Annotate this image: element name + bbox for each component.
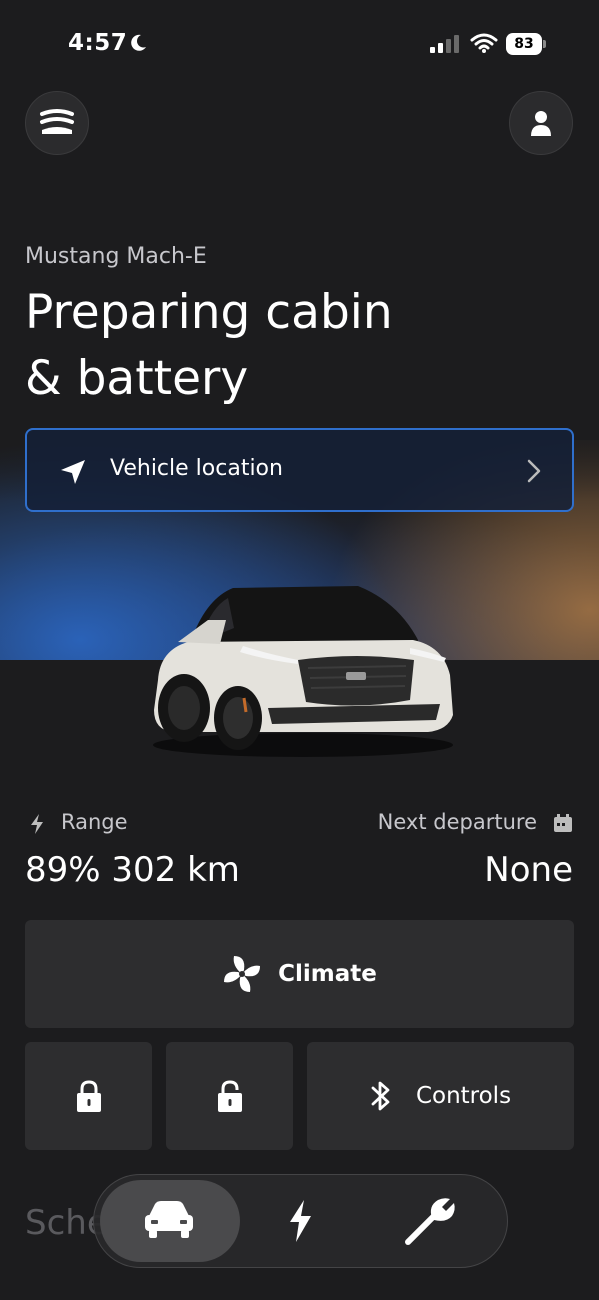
controls-label: Controls: [415, 1083, 512, 1109]
wifi-icon: [470, 33, 498, 53]
status-line-2: & battery: [25, 351, 249, 406]
calendar-icon: [554, 814, 572, 832]
location-arrow-icon: [61, 460, 85, 484]
moon-icon: [131, 34, 146, 51]
controls-button[interactable]: Controls: [307, 1042, 574, 1150]
bolt-icon: [31, 814, 43, 834]
car-icon: [145, 1201, 193, 1238]
wrench-icon: [405, 1198, 455, 1245]
chevron-right-icon: [527, 459, 541, 483]
vehicle-location-button[interactable]: [25, 428, 574, 512]
cellular-signal-icon: [430, 35, 459, 53]
battery-indicator: 83: [506, 33, 542, 55]
climate-button[interactable]: Climate: [25, 920, 574, 1028]
range-value: 89% 302 km: [25, 850, 240, 890]
profile-button[interactable]: [509, 91, 573, 155]
person-icon: [531, 111, 551, 136]
climate-label: Climate: [278, 961, 377, 987]
bluetooth-icon: [371, 1081, 390, 1111]
lock-button[interactable]: [25, 1042, 152, 1150]
vehicle-menu-icon: [40, 109, 74, 134]
vehicle-status-title: Preparing cabin & battery: [25, 280, 545, 412]
bolt-icon: [290, 1200, 311, 1242]
vehicle-location-label: Vehicle location: [110, 456, 283, 481]
unlock-button[interactable]: [166, 1042, 293, 1150]
status-time: 4:57: [68, 30, 128, 56]
vehicle-menu-button[interactable]: [25, 91, 89, 155]
fan-icon: [224, 956, 261, 992]
range-label: Range: [61, 810, 128, 834]
vehicle-image: [153, 586, 453, 757]
lock-icon: [76, 1080, 101, 1112]
status-line-1: Preparing cabin: [25, 285, 393, 340]
next-departure-value: None: [484, 850, 573, 890]
next-departure-label: Next departure: [377, 810, 537, 834]
vehicle-model: Mustang Mach-E: [25, 244, 207, 269]
unlock-icon: [217, 1080, 242, 1112]
battery-cap: [543, 40, 546, 48]
